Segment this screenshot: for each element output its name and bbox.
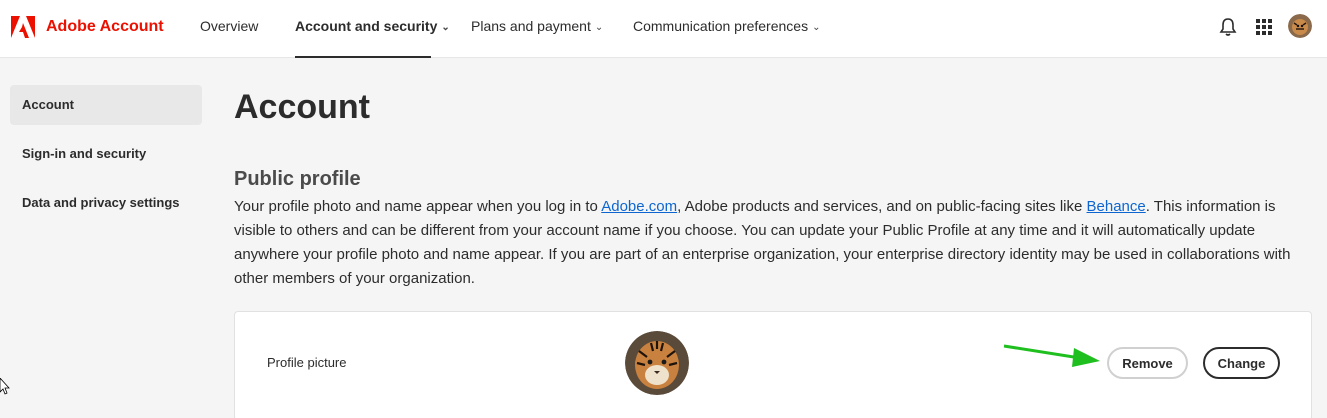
nav-overview-label: Overview	[200, 18, 259, 34]
adobe-com-link[interactable]: Adobe.com	[601, 198, 677, 215]
description-text: , Adobe products and services, and on pu…	[677, 198, 1087, 215]
sidebar-item-account-label: Account	[22, 97, 74, 112]
mouse-cursor-icon	[0, 378, 10, 395]
annotation-arrow-icon	[1003, 344, 1100, 367]
sidebar-item-sign-in-and-security[interactable]: Sign-in and security	[10, 134, 202, 174]
apps-grid-icon[interactable]	[1251, 14, 1277, 40]
page-title: Account	[234, 88, 370, 126]
nav-communication-preferences-label: Communication preferences	[633, 18, 809, 34]
remove-button[interactable]: Remove	[1107, 347, 1188, 379]
chevron-down-icon: ⌄	[812, 22, 821, 33]
profile-avatar-icon[interactable]	[1288, 14, 1312, 38]
sidebar-item-account[interactable]: Account	[10, 85, 202, 125]
behance-link[interactable]: Behance	[1087, 198, 1146, 215]
profile-picture-label: Profile picture	[267, 355, 347, 370]
chevron-down-icon: ⌄	[441, 22, 450, 33]
sidebar-item-data-and-privacy-label: Data and privacy settings	[22, 195, 180, 210]
nav-communication-preferences[interactable]: Communication preferences ⌄	[633, 0, 820, 58]
description-text: Your profile photo and name appear when …	[234, 198, 602, 215]
public-profile-description: Your profile photo and name appear when …	[234, 195, 1314, 291]
nav-account-and-security[interactable]: Account and security ⌄	[295, 0, 450, 58]
nav-plans-and-payment[interactable]: Plans and payment ⌄	[471, 0, 603, 58]
change-button[interactable]: Change	[1203, 347, 1280, 379]
profile-picture-card: Profile picture Remove Change	[234, 311, 1312, 418]
brand-name: Adobe Account	[46, 18, 164, 35]
nav-plans-and-payment-label: Plans and payment	[471, 18, 591, 34]
top-navigation-bar: Adobe Account Overview Account and secur…	[0, 0, 1327, 58]
bell-icon[interactable]	[1215, 14, 1241, 40]
nav-account-and-security-label: Account and security	[295, 18, 438, 34]
adobe-logo-icon	[11, 16, 35, 38]
profile-picture-image	[625, 331, 689, 395]
public-profile-title: Public profile	[234, 168, 361, 190]
sidebar-item-sign-in-and-security-label: Sign-in and security	[22, 146, 147, 161]
brand[interactable]: Adobe Account	[10, 14, 164, 40]
sidebar-item-data-and-privacy[interactable]: Data and privacy settings	[10, 183, 202, 223]
chevron-down-icon: ⌄	[594, 22, 604, 33]
nav-overview[interactable]: Overview	[200, 0, 258, 58]
